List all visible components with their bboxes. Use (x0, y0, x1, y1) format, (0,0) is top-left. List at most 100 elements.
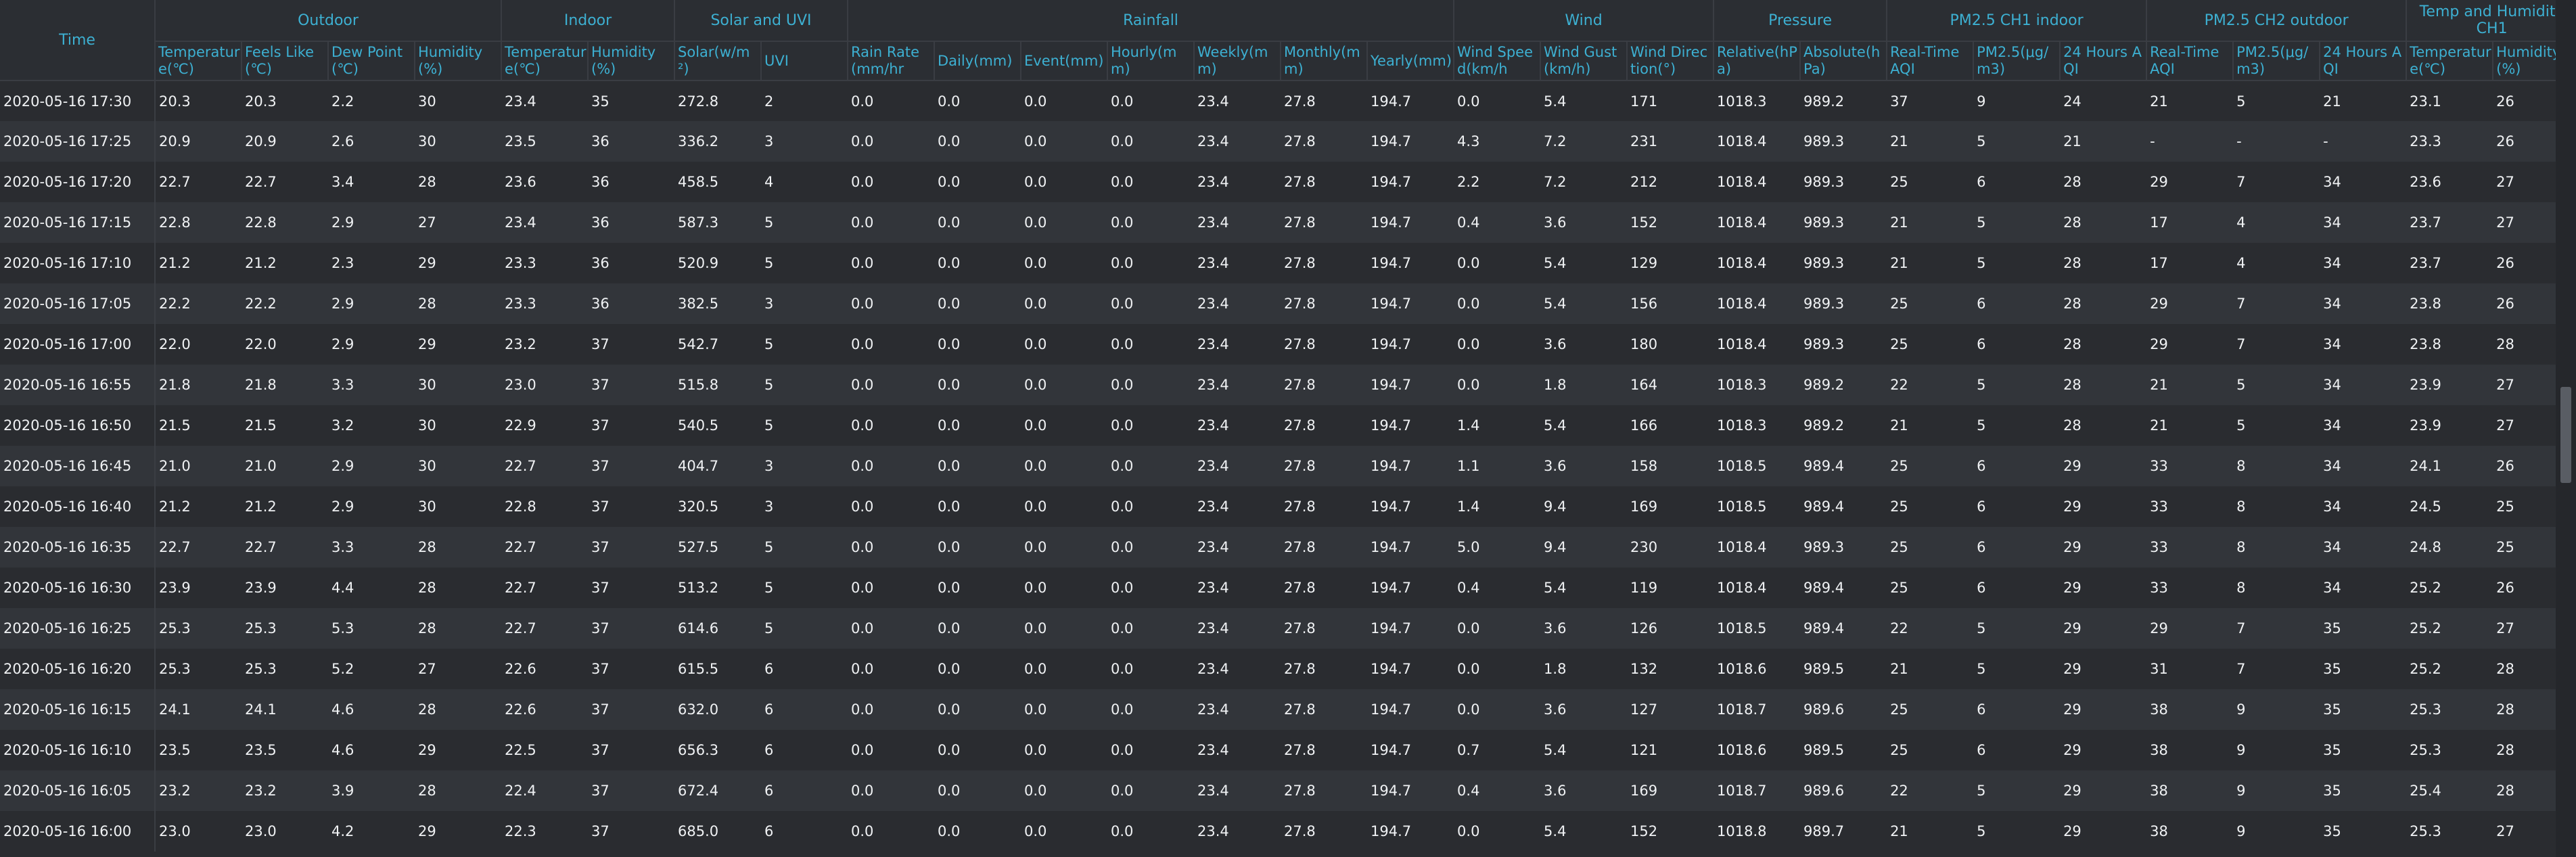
table-cell: 5.4 (1544, 580, 1567, 596)
table-cell: 33 (2150, 539, 2168, 555)
scrollbar-thumb[interactable] (2560, 387, 2571, 483)
column-header-indoor-humidity[interactable]: Humidity(%) (588, 41, 676, 81)
table-cell: 4.6 (331, 742, 354, 758)
table-cell: 169 (1630, 783, 1658, 799)
column-header-pm2-5-ch1-indoor-real-time-aqi[interactable]: Real-Time AQI (1887, 41, 1975, 81)
column-header-rainfall-monthly-mm[interactable]: Monthly(mm) (1281, 41, 1368, 81)
table-cell: 0.0 (1024, 336, 1047, 352)
table-cell: 513.2 (678, 580, 719, 596)
table-cell: 156 (1630, 296, 1658, 312)
table-row[interactable]: 2020-05-16 17:30 20.3 20.3 2.2 30 23.4 35 272.8… (0, 80, 2556, 121)
table-cell: 36 (591, 296, 610, 312)
column-header-temp-and-humidity-ch1-humidity[interactable]: Humidity(%) (2493, 41, 2556, 81)
column-header-wind-wind-gust-km-h[interactable]: Wind Gust(km/h) (1540, 41, 1628, 81)
column-header-solar-and-uvi-solar-w-m[interactable]: Solar(w/m²) (674, 41, 762, 81)
column-header-rainfall-hourly-mm[interactable]: Hourly(mm) (1107, 41, 1195, 81)
table-cell: 0.0 (1457, 620, 1480, 636)
table-row[interactable]: 2020-05-16 17:25 20.9 20.9 2.6 30 23.5 36 336.2… (0, 121, 2556, 162)
table-cell: 25.2 (2410, 620, 2441, 636)
table-row[interactable]: 2020-05-16 17:05 22.2 22.2 2.9 28 23.3 36 382.5… (0, 283, 2556, 324)
table-cell: 1018.5 (1717, 620, 1767, 636)
table-cell: 0.0 (1024, 214, 1047, 231)
time-cell: 2020-05-16 17:00 (0, 324, 156, 365)
column-header-outdoor-feels-like[interactable]: Feels Like(℃) (242, 41, 329, 81)
table-row[interactable]: 2020-05-16 16:35 22.7 22.7 3.3 28 22.7 37 527.5… (0, 527, 2556, 568)
table-cell: 989.3 (1803, 174, 1845, 190)
table-cell: 0.4 (1457, 214, 1480, 231)
table-row[interactable]: 2020-05-16 16:40 21.2 21.2 2.9 30 22.8 37 320.5… (0, 486, 2556, 527)
table-row[interactable]: 2020-05-16 17:00 22.0 22.0 2.9 29 23.2 37 542.7… (0, 324, 2556, 365)
table-cell: 22.6 (505, 661, 536, 677)
table-cell: 23.6 (2410, 174, 2441, 190)
column-header-outdoor-humidity[interactable]: Humidity(%) (415, 41, 503, 81)
table-row[interactable]: 2020-05-16 16:05 23.2 23.2 3.9 28 22.4 37 672.4… (0, 770, 2556, 811)
column-header-rainfall-rain-rate-mm-hr[interactable]: Rain Rate(mm/hr (848, 41, 936, 81)
table-cell: 20.3 (159, 93, 191, 110)
column-header-rainfall-event-mm[interactable]: Event(mm) (1021, 41, 1109, 81)
table-cell: 25 (1890, 539, 1908, 555)
table-cell: 1018.5 (1717, 458, 1767, 474)
table-row[interactable]: 2020-05-16 16:25 25.3 25.3 5.3 28 22.7 37 614.6… (0, 608, 2556, 649)
table-row[interactable]: 2020-05-16 17:10 21.2 21.2 2.3 29 23.3 36 520.9… (0, 243, 2556, 283)
column-header-wind-wind-direction[interactable]: Wind Direction(°) (1627, 41, 1715, 81)
time-column-header[interactable]: Time (0, 0, 156, 81)
column-header-rainfall-weekly-mm[interactable]: Weekly(mm) (1194, 41, 1282, 81)
column-header-wind-wind-speed-km-h[interactable]: Wind Speed(km/h (1454, 41, 1542, 81)
table-row[interactable]: 2020-05-16 16:15 24.1 24.1 4.6 28 22.6 37 632.0… (0, 689, 2556, 730)
column-header-pm2-5-ch1-indoor-pm2-5-g-m3[interactable]: PM2.5(μg/m3) (1973, 41, 2061, 81)
table-cell: 35 (2323, 701, 2341, 718)
table-cell: 34 (2323, 296, 2341, 312)
table-cell: 542.7 (678, 336, 719, 352)
table-cell: 29 (418, 255, 436, 271)
vertical-scrollbar[interactable] (2556, 0, 2576, 857)
table-cell: 685.0 (678, 823, 719, 839)
column-header-outdoor-temperature[interactable]: Temperature(℃) (155, 41, 242, 81)
table-row[interactable]: 2020-05-16 16:20 25.3 25.3 5.2 27 22.6 37 615.5… (0, 649, 2556, 689)
table-row[interactable]: 2020-05-16 16:50 21.5 21.5 3.2 30 22.9 37 540.5… (0, 405, 2556, 446)
table-cell: 34 (2323, 174, 2341, 190)
column-header-pressure-relative-hpa[interactable]: Relative(hPa) (1714, 41, 1801, 81)
column-header-pm2-5-ch1-indoor-24-hours-aqi[interactable]: 24 Hours AQI (2060, 41, 2148, 81)
table-cell: 3.2 (331, 417, 354, 434)
column-header-temp-and-humidity-ch1-temperature[interactable]: Temperature(℃) (2406, 41, 2494, 81)
table-row[interactable]: 2020-05-16 16:30 23.9 23.9 4.4 28 22.7 37 513.2… (0, 568, 2556, 608)
column-header-pm2-5-ch2-outdoor-pm2-5-g-m3[interactable]: PM2.5(μg/m3) (2233, 41, 2321, 81)
table-row[interactable]: 2020-05-16 16:45 21.0 21.0 2.9 30 22.7 37 404.7… (0, 446, 2556, 486)
table-cell: 27 (2496, 417, 2514, 434)
table-cell: 0.0 (938, 133, 961, 149)
table-cell: 2.9 (331, 336, 354, 352)
column-header-rainfall-yearly-mm[interactable]: Yearly(mm) (1367, 41, 1455, 81)
table-cell: 0.0 (1111, 783, 1134, 799)
column-header-rainfall-daily-mm[interactable]: Daily(mm) (934, 41, 1022, 81)
table-cell: 0.0 (938, 580, 961, 596)
table-cell: 21 (1890, 255, 1908, 271)
column-header-indoor-temperature[interactable]: Temperature(℃) (501, 41, 589, 81)
table-row[interactable]: 2020-05-16 16:10 23.5 23.5 4.6 29 22.5 37 656.3… (0, 730, 2556, 770)
table-cell: 27.8 (1284, 93, 1316, 110)
table-row[interactable]: 2020-05-16 16:00 23.0 23.0 4.2 29 22.3 37 685.0… (0, 811, 2556, 852)
column-header-pm2-5-ch2-outdoor-24-hours-aqi[interactable]: 24 Hours AQI (2320, 41, 2408, 81)
table-cell: 169 (1630, 499, 1658, 515)
table-cell: 34 (2323, 458, 2341, 474)
column-header-pressure-absolute-hpa[interactable]: Absolute(hPa) (1800, 41, 1888, 81)
column-header-solar-and-uvi-uvi[interactable]: UVI (761, 41, 849, 81)
column-header-pm2-5-ch2-outdoor-real-time-aqi[interactable]: Real-Time AQI (2146, 41, 2234, 81)
table-cell: 28 (2063, 377, 2082, 393)
table-cell: 0.0 (851, 377, 874, 393)
weather-history-table: Time Outdoor Indoor Solar and UVI Rainfall W… (0, 0, 2556, 852)
table-cell: 22.6 (505, 701, 536, 718)
table-row[interactable]: 2020-05-16 17:20 22.7 22.7 3.4 28 23.6 36 458.5… (0, 162, 2556, 202)
column-header-outdoor-dew-point[interactable]: Dew Point(℃) (328, 41, 415, 81)
table-cell: 27.8 (1284, 701, 1316, 718)
table-cell: 8 (2236, 499, 2246, 515)
table-cell: 0.0 (1024, 417, 1047, 434)
table-cell: 0.0 (1457, 661, 1480, 677)
table-cell: 29 (2063, 539, 2082, 555)
table-row[interactable]: 2020-05-16 16:55 21.8 21.8 3.3 30 23.0 37 515.8… (0, 365, 2556, 405)
table-row[interactable]: 2020-05-16 17:15 22.8 22.8 2.9 27 23.4 36 587.3… (0, 202, 2556, 243)
table-cell: 171 (1630, 93, 1658, 110)
table-cell: 0.0 (851, 823, 874, 839)
table-cell: 29 (418, 742, 436, 758)
table-cell: 27.8 (1284, 174, 1316, 190)
table-cell: 23.5 (159, 742, 191, 758)
